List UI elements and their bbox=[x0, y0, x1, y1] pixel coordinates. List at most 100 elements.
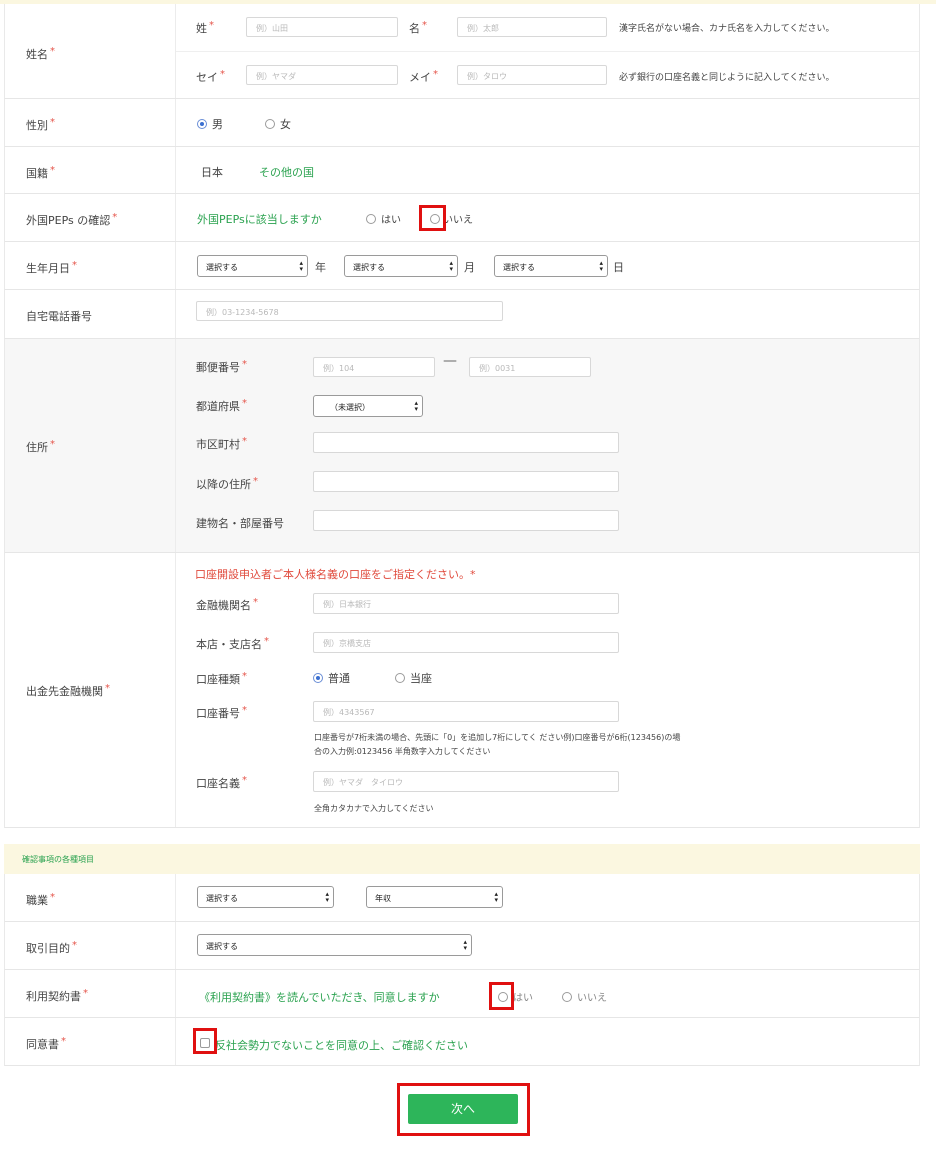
sei-kana-label: セイ * bbox=[196, 69, 225, 84]
consent-row: 同意書 * 反社会勢力でないことを同意の上、ご確認ください bbox=[4, 1018, 920, 1066]
income-select[interactable]: 年収 ▴ ▾ bbox=[366, 886, 503, 908]
day-unit: 日 bbox=[613, 261, 624, 274]
gender-female-label: 女 bbox=[280, 118, 291, 131]
type-label: 口座種類 * bbox=[196, 671, 247, 686]
chevron-updown-icon: ▴ ▾ bbox=[449, 259, 453, 273]
mei-input[interactable]: 例）太郎 bbox=[457, 17, 607, 37]
holder-input[interactable]: 例）ヤマダ タイロウ bbox=[313, 771, 619, 792]
gender-row: 性別 * 男 女 bbox=[4, 99, 920, 147]
name-note-1: 漢字氏名がない場合、カナ氏名を入力してください。 bbox=[619, 24, 835, 34]
job-label: 職業 * bbox=[26, 892, 55, 907]
divider bbox=[175, 194, 176, 241]
nationality-other[interactable]: その他の国 bbox=[259, 164, 314, 180]
gender-female-radio[interactable] bbox=[265, 119, 275, 129]
purpose-select[interactable]: 選択する ▴ ▾ bbox=[197, 934, 472, 956]
divider bbox=[175, 147, 176, 193]
num-input[interactable]: 例）4343567 bbox=[313, 701, 619, 722]
inner-divider bbox=[176, 51, 919, 52]
sei-input[interactable]: 例）山田 bbox=[246, 17, 398, 37]
branch-label: 本店・支店名 * bbox=[196, 636, 269, 651]
city-input[interactable] bbox=[313, 432, 619, 453]
zip-label: 郵便番号 * bbox=[196, 359, 247, 374]
sei-kana-input[interactable]: 例）ヤマダ bbox=[246, 65, 398, 85]
terms-no-radio[interactable] bbox=[562, 992, 572, 1002]
divider bbox=[175, 339, 176, 552]
section-header-title: 確認事項の各種項目 bbox=[22, 855, 94, 864]
bank-label: 出金先金融機関 * bbox=[26, 683, 110, 698]
gender-male-label: 男 bbox=[212, 118, 223, 131]
section-header: 確認事項の各種項目 bbox=[4, 844, 920, 874]
divider bbox=[175, 290, 176, 338]
peps-row: 外国PEPs の確認 * 外国PEPsに該当しますか はい いいえ bbox=[4, 194, 920, 242]
chevron-updown-icon: ▴ ▾ bbox=[414, 399, 418, 413]
divider bbox=[175, 922, 176, 969]
terms-no-label: いいえ bbox=[577, 993, 607, 1004]
holder-label: 口座名義 * bbox=[196, 775, 247, 790]
birth-month-select[interactable]: 選択する ▴ ▾ bbox=[344, 255, 458, 277]
purpose-row: 取引目的 * 選択する ▴ ▾ bbox=[4, 922, 920, 970]
divider bbox=[175, 874, 176, 921]
terms-question[interactable]: 《利用契約書》を読んでいただき、同意しますか bbox=[199, 989, 440, 1005]
pref-select[interactable]: （未選択） ▴ ▾ bbox=[313, 395, 423, 417]
peps-label: 外国PEPs の確認 * bbox=[26, 212, 118, 227]
name-note-2: 必ず銀行の口座名義と同じように記入してください。 bbox=[619, 73, 835, 83]
sei-label: 姓 * bbox=[196, 20, 214, 35]
highlight-box bbox=[397, 1083, 530, 1136]
holder-note: 全角カタカナで入力してください bbox=[314, 804, 434, 813]
chevron-updown-icon: ▴ ▾ bbox=[299, 259, 303, 273]
zip2-input[interactable]: 例）0031 bbox=[469, 357, 591, 377]
terms-row: 利用契約書 * 《利用契約書》を読んでいただき、同意しますか はい いいえ bbox=[4, 970, 920, 1018]
nationality-row: 国籍 * 日本 その他の国 bbox=[4, 147, 920, 194]
branch-input[interactable]: 例）京橋支店 bbox=[313, 632, 619, 653]
divider bbox=[175, 1018, 176, 1065]
peps-question: 外国PEPsに該当しますか bbox=[197, 213, 322, 226]
terms-yes-label: はい bbox=[513, 993, 533, 1004]
building-input[interactable] bbox=[313, 510, 619, 531]
mei-label: 名 * bbox=[409, 20, 427, 35]
num-label: 口座番号 * bbox=[196, 705, 247, 720]
zip1-input[interactable]: 例）104 bbox=[313, 357, 435, 377]
gender-male-radio[interactable] bbox=[197, 119, 207, 129]
birth-row: 生年月日 * 選択する ▴ ▾ 年 選択する ▴ ▾ 月 選択する ▴ ▾ 日 bbox=[4, 242, 920, 290]
phone-input[interactable]: 例）03-1234-5678 bbox=[196, 301, 503, 321]
inst-label: 金融機関名 * bbox=[196, 597, 258, 612]
type-normal-radio[interactable] bbox=[313, 673, 323, 683]
mei-kana-input[interactable]: 例）タロウ bbox=[457, 65, 607, 85]
num-note: 口座番号が7桁未満の場合、先頭に「0」を追加し7桁にしてく ださい例)口座番号が… bbox=[314, 733, 681, 756]
inst-input[interactable]: 例）日本銀行 bbox=[313, 593, 619, 614]
street-input[interactable] bbox=[313, 471, 619, 492]
year-unit: 年 bbox=[315, 261, 326, 274]
zip-dash: — bbox=[443, 353, 457, 369]
month-unit: 月 bbox=[464, 261, 475, 274]
gender-label: 性別 * bbox=[26, 117, 55, 132]
highlight-box bbox=[419, 205, 446, 231]
nationality-label: 国籍 * bbox=[26, 165, 55, 180]
divider bbox=[175, 99, 176, 146]
phone-row: 自宅電話番号 例）03-1234-5678 bbox=[4, 290, 920, 339]
city-label: 市区町村 * bbox=[196, 436, 247, 451]
pref-label: 都道府県 * bbox=[196, 398, 247, 413]
terms-label: 利用契約書 * bbox=[26, 988, 88, 1003]
birth-day-select[interactable]: 選択する ▴ ▾ bbox=[494, 255, 608, 277]
peps-no-label: いいえ bbox=[443, 215, 473, 226]
chevron-updown-icon: ▴ ▾ bbox=[599, 259, 603, 273]
consent-label: 同意書 * bbox=[26, 1036, 66, 1051]
chevron-updown-icon: ▴ ▾ bbox=[463, 938, 467, 952]
birth-label: 生年月日 * bbox=[26, 260, 77, 275]
type-current-radio[interactable] bbox=[395, 673, 405, 683]
divider bbox=[175, 242, 176, 289]
birth-year-select[interactable]: 選択する ▴ ▾ bbox=[197, 255, 308, 277]
purpose-label: 取引目的 * bbox=[26, 940, 77, 955]
name-row: 姓名 * 姓 * 例）山田 名 * 例）太郎 漢字氏名がない場合、カナ氏名を入力してく… bbox=[4, 4, 920, 99]
nationality-japan[interactable]: 日本 bbox=[201, 164, 223, 180]
divider bbox=[175, 553, 176, 827]
bank-notice: 口座開設申込者ご本人様名義の口座をご指定ください。* bbox=[195, 568, 476, 581]
peps-yes-radio[interactable] bbox=[366, 214, 376, 224]
mei-kana-label: メイ * bbox=[409, 69, 438, 84]
job-select[interactable]: 選択する ▴ ▾ bbox=[197, 886, 334, 908]
consent-text: 反社会勢力でないことを同意の上、ご確認ください bbox=[215, 1039, 468, 1052]
bank-row: 出金先金融機関 * 口座開設申込者ご本人様名義の口座をご指定ください。* 金融機関… bbox=[4, 553, 920, 828]
divider bbox=[175, 970, 176, 1017]
street-label: 以降の住所 * bbox=[196, 476, 258, 491]
type-current-label: 当座 bbox=[410, 672, 432, 685]
